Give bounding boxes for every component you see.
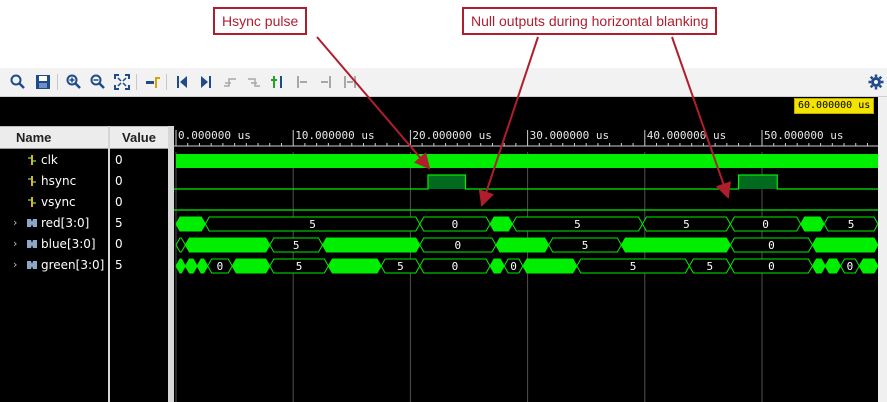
save-icon[interactable] — [33, 72, 53, 92]
green-value-label: 5 — [296, 260, 303, 273]
vertical-scrollbar[interactable] — [878, 97, 887, 402]
signal-row[interactable]: › red[3:0] 5 — [0, 213, 168, 234]
add-marker-icon[interactable] — [268, 72, 288, 92]
green-value-label: 0 — [768, 260, 775, 273]
previous-transition-icon[interactable] — [220, 72, 240, 92]
swap-cursors-icon[interactable] — [340, 72, 360, 92]
signal-value: 0 — [115, 174, 123, 188]
blue-value-label: 5 — [582, 239, 589, 252]
green-value-label: 0 — [510, 260, 517, 273]
blue-value-label: 5 — [293, 239, 300, 252]
green-segment — [522, 258, 578, 274]
signal-row[interactable]: › blue[3:0] 0 — [0, 234, 168, 255]
signal-row[interactable]: vsync 0 — [0, 192, 168, 213]
red-segment — [800, 216, 825, 232]
settings-icon[interactable] — [866, 72, 886, 92]
signal-row[interactable]: › green[3:0] 5 — [0, 255, 168, 276]
value-column-header[interactable]: Value — [110, 126, 168, 149]
green-segment — [824, 258, 842, 274]
green-segment — [184, 258, 198, 274]
red-segment — [489, 216, 513, 232]
hsync-pulse-callout: Hsync pulse — [213, 7, 308, 35]
hsync-pulse — [738, 175, 778, 189]
blue-segment — [175, 237, 186, 253]
zoom-out-icon[interactable] — [88, 72, 108, 92]
ruler-tick-label: 20.000000 us — [412, 129, 491, 142]
green-segment — [196, 258, 209, 274]
green-segment — [858, 258, 878, 274]
signal-name: clk — [41, 153, 58, 167]
green-segment — [489, 258, 505, 274]
signal-name: blue[3:0] — [41, 237, 96, 251]
go-to-cursor-icon[interactable] — [143, 72, 163, 92]
wire-signal-icon — [28, 155, 36, 165]
signal-name: green[3:0] — [41, 258, 105, 272]
blue-segment — [495, 237, 550, 253]
ruler-tick-label: 30.000000 us — [530, 129, 609, 142]
red-value-label: 0 — [762, 218, 769, 231]
blue-segment — [184, 237, 271, 253]
green-segment — [231, 258, 271, 274]
cursor-time-label[interactable]: 60.000000 us — [794, 98, 875, 114]
waveform-toolbar — [0, 68, 887, 97]
red-value-label: 5 — [574, 218, 581, 231]
signal-row[interactable]: hsync 0 — [0, 171, 168, 192]
zoom-fit-icon[interactable] — [112, 72, 132, 92]
expand-chevron-icon[interactable]: › — [13, 237, 21, 250]
signal-value: 0 — [115, 237, 123, 251]
expand-chevron-icon[interactable]: › — [13, 216, 21, 229]
next-transition-icon[interactable] — [244, 72, 264, 92]
green-value-label: 5 — [707, 260, 714, 273]
waveform-canvas[interactable]: 0.000000 us 10.000000 us 20.000000 us 30.00… — [174, 97, 878, 402]
blue-value-label: 0 — [768, 239, 775, 252]
hsync-pulse — [427, 175, 466, 189]
green-segment — [327, 258, 382, 274]
green-value-label: 5 — [397, 260, 404, 273]
blue-segment — [620, 237, 731, 253]
signal-value: 5 — [115, 258, 123, 272]
search-icon[interactable] — [8, 72, 28, 92]
ruler-tick-label: 10.000000 us — [295, 129, 374, 142]
red-segment — [175, 216, 206, 232]
red-value-label: 5 — [309, 218, 316, 231]
blue-segment — [321, 237, 421, 253]
blue-segment — [811, 237, 878, 253]
wire-signal-icon — [28, 197, 36, 207]
signal-value: 5 — [115, 216, 123, 230]
ruler-tick-label: 40.000000 us — [647, 129, 726, 142]
signal-value: 0 — [115, 195, 123, 209]
green-segment — [811, 258, 826, 274]
expand-chevron-icon[interactable]: › — [13, 258, 21, 271]
bus-signal-icon — [27, 219, 37, 227]
blue-value-label: 0 — [455, 239, 462, 252]
signal-name: vsync — [41, 195, 76, 209]
red-value-label: 5 — [848, 218, 855, 231]
clk-wave — [176, 154, 878, 168]
go-to-time-0-icon[interactable] — [172, 72, 192, 92]
signal-name: hsync — [41, 174, 77, 188]
signal-value: 0 — [115, 153, 123, 167]
red-value-label: 0 — [452, 218, 459, 231]
green-value-label: 5 — [630, 260, 637, 273]
waveform-plot: 0.000000 us 10.000000 us 20.000000 us 30.00… — [174, 129, 878, 402]
red-value-label: 5 — [683, 218, 690, 231]
name-column-header[interactable]: Name — [0, 126, 108, 149]
bus-signal-icon — [27, 240, 37, 248]
null-outputs-callout: Null outputs during horizontal blanking — [462, 7, 718, 35]
ruler-tick-label: 0.000000 us — [178, 129, 251, 142]
green-value-label: 0 — [847, 260, 854, 273]
bus-signal-icon — [27, 261, 37, 269]
green-value-label: 0 — [452, 260, 459, 273]
previous-marker-icon[interactable] — [292, 72, 312, 92]
ruler-tick-label: 50.000000 us — [764, 129, 843, 142]
zoom-in-icon[interactable] — [64, 72, 84, 92]
green-segment — [175, 258, 186, 274]
wire-signal-icon — [28, 176, 36, 186]
signal-row[interactable]: clk 0 — [0, 150, 168, 171]
next-marker-icon[interactable] — [316, 72, 336, 92]
signal-name: red[3:0] — [41, 216, 90, 230]
go-to-last-time-icon[interactable] — [196, 72, 216, 92]
green-value-label: 0 — [217, 260, 224, 273]
